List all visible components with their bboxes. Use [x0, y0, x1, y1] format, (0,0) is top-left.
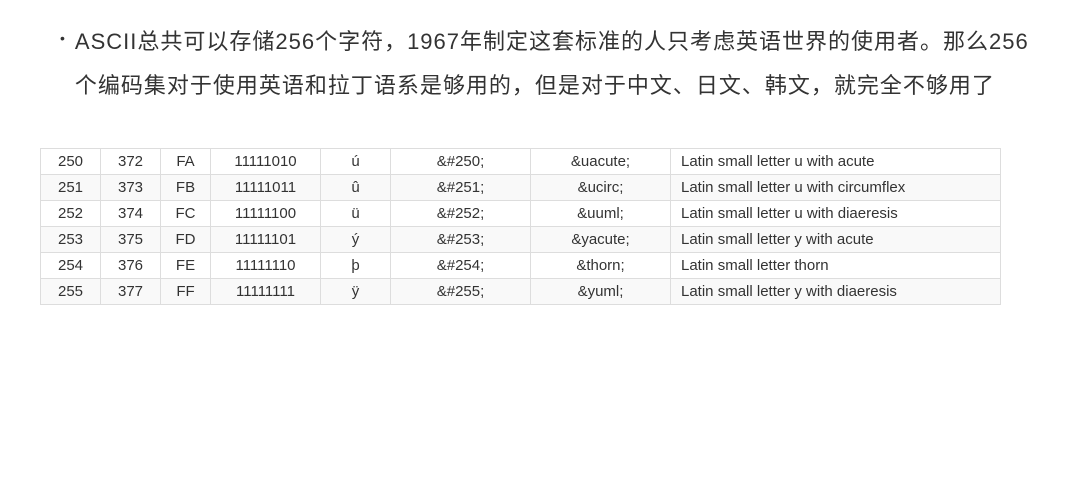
- cell-char: ý: [321, 227, 391, 253]
- cell-binary: 11111010: [211, 149, 321, 175]
- cell-numeric-ref: &#254;: [391, 253, 531, 279]
- cell-binary: 11111101: [211, 227, 321, 253]
- cell-hex: FB: [161, 175, 211, 201]
- cell-hex: FC: [161, 201, 211, 227]
- cell-named-ref: &yuml;: [531, 279, 671, 305]
- cell-named-ref: &thorn;: [531, 253, 671, 279]
- cell-hex: FD: [161, 227, 211, 253]
- cell-description: Latin small letter thorn: [671, 253, 1001, 279]
- cell-octal: 373: [101, 175, 161, 201]
- cell-octal: 375: [101, 227, 161, 253]
- cell-numeric-ref: &#253;: [391, 227, 531, 253]
- bullet-marker: •: [60, 30, 65, 46]
- bullet-text: ASCII总共可以存储256个字符，1967年制定这套标准的人只考虑英语世界的使…: [75, 20, 1040, 108]
- cell-description: Latin small letter u with acute: [671, 149, 1001, 175]
- cell-binary: 11111110: [211, 253, 321, 279]
- cell-description: Latin small letter y with diaeresis: [671, 279, 1001, 305]
- cell-octal: 377: [101, 279, 161, 305]
- cell-decimal: 255: [41, 279, 101, 305]
- cell-binary: 11111111: [211, 279, 321, 305]
- cell-named-ref: &yacute;: [531, 227, 671, 253]
- table-row: 250 372 FA 11111010 ú &#250; &uacute; La…: [41, 149, 1001, 175]
- cell-decimal: 251: [41, 175, 101, 201]
- cell-binary: 11111011: [211, 175, 321, 201]
- cell-description: Latin small letter u with diaeresis: [671, 201, 1001, 227]
- cell-decimal: 252: [41, 201, 101, 227]
- cell-octal: 372: [101, 149, 161, 175]
- cell-char: ÿ: [321, 279, 391, 305]
- cell-numeric-ref: &#251;: [391, 175, 531, 201]
- cell-numeric-ref: &#255;: [391, 279, 531, 305]
- cell-hex: FE: [161, 253, 211, 279]
- cell-named-ref: &uuml;: [531, 201, 671, 227]
- cell-named-ref: &uacute;: [531, 149, 671, 175]
- cell-description: Latin small letter y with acute: [671, 227, 1001, 253]
- cell-octal: 374: [101, 201, 161, 227]
- cell-hex: FF: [161, 279, 211, 305]
- cell-char: ú: [321, 149, 391, 175]
- cell-decimal: 250: [41, 149, 101, 175]
- cell-char: û: [321, 175, 391, 201]
- table-row: 251 373 FB 11111011 û &#251; &ucirc; Lat…: [41, 175, 1001, 201]
- cell-description: Latin small letter u with circumflex: [671, 175, 1001, 201]
- bullet-item: • ASCII总共可以存储256个字符，1967年制定这套标准的人只考虑英语世界…: [40, 20, 1040, 108]
- ascii-table-body: 250 372 FA 11111010 ú &#250; &uacute; La…: [41, 149, 1001, 305]
- cell-decimal: 254: [41, 253, 101, 279]
- cell-decimal: 253: [41, 227, 101, 253]
- ascii-table: 250 372 FA 11111010 ú &#250; &uacute; La…: [40, 148, 1001, 305]
- table-row: 252 374 FC 11111100 ü &#252; &uuml; Lati…: [41, 201, 1001, 227]
- cell-binary: 11111100: [211, 201, 321, 227]
- table-row: 253 375 FD 11111101 ý &#253; &yacute; La…: [41, 227, 1001, 253]
- cell-numeric-ref: &#252;: [391, 201, 531, 227]
- cell-named-ref: &ucirc;: [531, 175, 671, 201]
- cell-octal: 376: [101, 253, 161, 279]
- table-row: 254 376 FE 11111110 þ &#254; &thorn; Lat…: [41, 253, 1001, 279]
- cell-hex: FA: [161, 149, 211, 175]
- table-row: 255 377 FF 11111111 ÿ &#255; &yuml; Lati…: [41, 279, 1001, 305]
- document-content: • ASCII总共可以存储256个字符，1967年制定这套标准的人只考虑英语世界…: [40, 20, 1040, 305]
- cell-char: ü: [321, 201, 391, 227]
- cell-char: þ: [321, 253, 391, 279]
- cell-numeric-ref: &#250;: [391, 149, 531, 175]
